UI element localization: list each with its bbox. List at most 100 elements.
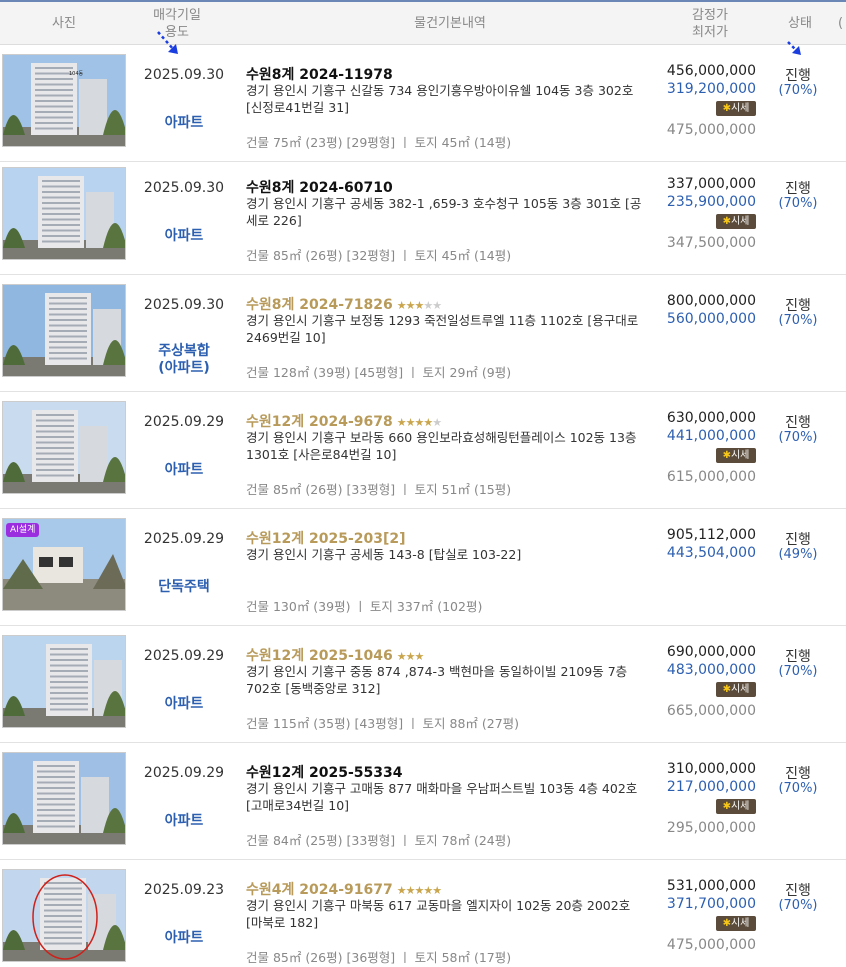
case-number-text[interactable]: 수원12계 2025-55334: [246, 765, 402, 781]
area-info: 건물 85㎡ (26평) [36평형] ㅣ 토지 58㎡ (17평): [246, 950, 512, 965]
market-price-label[interactable]: 시세: [731, 103, 749, 114]
header-appraisal-label[interactable]: 감정가: [692, 7, 728, 24]
photo-image: 104동: [3, 55, 125, 146]
table-header: 사진 매각기일 용도 물건기본내역 감정가 최저가 상태 (: [0, 0, 846, 45]
market-price-button[interactable]: ✱시세: [716, 214, 756, 229]
table-row[interactable]: 2025.09.29 아파트 수원12계 2025-1046 ★★★ 경기 용인시…: [0, 626, 846, 743]
status: 진행: [785, 766, 811, 782]
table-row[interactable]: 2025.09.30 아파트 수원8계 2024-60710 경기 용인시 기흥…: [0, 158, 846, 275]
status-percent: (70%): [778, 781, 818, 796]
property-photo[interactable]: [2, 284, 126, 377]
minimum-price: 235,900,000: [666, 194, 756, 210]
case-number[interactable]: 수원4계 2024-91677 ★★★★★: [246, 879, 442, 899]
market-price-label[interactable]: 시세: [731, 684, 749, 695]
minimum-price: 483,000,000: [666, 662, 756, 678]
case-number-text[interactable]: 수원4계 2024-91677: [246, 882, 393, 898]
status-percent: (70%): [778, 196, 818, 211]
rating-stars: ★★★★★: [396, 416, 442, 429]
case-number-text[interactable]: 수원12계 2025-1046: [246, 648, 393, 664]
market-price-button[interactable]: ✱시세: [716, 682, 756, 697]
property-photo[interactable]: [2, 869, 126, 962]
case-number[interactable]: 수원8계 2024-11978: [246, 64, 397, 84]
sale-date: 2025.09.29: [143, 648, 225, 664]
case-number-text[interactable]: 수원12계 2025-203[2]: [246, 531, 406, 547]
status-percent: (70%): [778, 313, 818, 328]
appraisal-price: 905,112,000: [666, 527, 756, 543]
photo-image: [3, 285, 125, 376]
case-number-text[interactable]: 수원8계 2024-60710: [246, 180, 393, 196]
property-photo[interactable]: 104동: [2, 54, 126, 147]
status: 진행: [785, 532, 811, 548]
table-row[interactable]: AI설계 2025.09.29 단독주택 수원12계 2025-203[2] 경…: [0, 509, 846, 626]
market-price-button[interactable]: ✱시세: [716, 799, 756, 814]
property-photo[interactable]: [2, 752, 126, 845]
appraisal-price: 531,000,000: [666, 878, 756, 894]
minimum-price: 371,700,000: [666, 896, 756, 912]
table-row[interactable]: 2025.09.29 아파트 수원12계 2024-9678 ★★★★★ 경기 용…: [0, 392, 846, 509]
market-price-label[interactable]: 시세: [731, 918, 749, 929]
case-number-text[interactable]: 수원12계 2024-9678: [246, 414, 393, 430]
market-price-icon: ✱: [722, 450, 731, 461]
usage-type: 아파트: [164, 696, 204, 712]
status-percent: (70%): [778, 664, 818, 679]
usage-type: 아파트: [164, 228, 204, 244]
status-percent: (70%): [778, 430, 818, 445]
header-status[interactable]: 상태: [770, 2, 830, 45]
market-price: 295,000,000: [666, 820, 756, 836]
header-price[interactable]: 감정가 최저가: [660, 2, 760, 45]
photo-image: [3, 870, 125, 961]
header-min-price-label[interactable]: 최저가: [692, 24, 728, 41]
market-price: 615,000,000: [666, 469, 756, 485]
case-number-text[interactable]: 수원8계 2024-11978: [246, 67, 393, 83]
property-photo[interactable]: AI설계: [2, 518, 126, 611]
area-info: 건물 85㎡ (26평) [33평형] ㅣ 토지 51㎡ (15평): [246, 482, 512, 497]
case-number-text[interactable]: 수원8계 2024-71826: [246, 297, 393, 313]
table-row[interactable]: 104동 2025.09.30 아파트 수원8계 2024-11978 경기 용…: [0, 45, 846, 162]
address: 경기 용인시 기흥구 보라동 660 용인보라효성해링턴플레이스 102동 13…: [246, 430, 637, 462]
header-photo-label: 사진: [52, 16, 76, 31]
sale-date: 2025.09.29: [143, 765, 225, 781]
property-photo[interactable]: [2, 635, 126, 728]
appraisal-price: 310,000,000: [666, 761, 756, 777]
sale-date: 2025.09.29: [143, 531, 225, 547]
case-number[interactable]: 수원12계 2024-9678 ★★★★★: [246, 411, 442, 431]
photo-image: [3, 402, 125, 493]
case-number[interactable]: 수원8계 2024-60710: [246, 177, 397, 197]
sale-date: 2025.09.30: [143, 180, 225, 196]
table-row[interactable]: 2025.09.30 주상복합 (아파트) 수원8계 2024-71826 ★★★…: [0, 275, 846, 392]
address: 경기 용인시 기흥구 공세동 382-1 ,659-3 호수청구 105동 3층…: [246, 196, 642, 228]
case-number[interactable]: 수원8계 2024-71826 ★★★★★: [246, 294, 442, 314]
case-number[interactable]: 수원12계 2025-1046 ★★★: [246, 645, 424, 665]
table-row[interactable]: 2025.09.29 아파트 수원12계 2025-55334 경기 용인시 기…: [0, 743, 846, 860]
market-price-icon: ✱: [722, 918, 731, 929]
header-date-label[interactable]: 매각기일: [153, 7, 201, 24]
case-number[interactable]: 수원12계 2025-55334: [246, 762, 406, 782]
minimum-price: 560,000,000: [666, 311, 756, 327]
table-row[interactable]: 2025.09.23 아파트 수원4계 2024-91677 ★★★★★ 경기 용…: [0, 860, 846, 967]
sale-date: 2025.09.30: [143, 67, 225, 83]
header-extra-label: (: [838, 16, 844, 31]
market-price-button[interactable]: ✱시세: [716, 101, 756, 116]
market-price-icon: ✱: [722, 684, 731, 695]
minimum-price: 443,504,000: [666, 545, 756, 561]
header-status-label[interactable]: 상태: [788, 15, 812, 32]
address: 경기 용인시 기흥구 보정동 1293 죽전일성트루엘 11층 1102호 [용…: [246, 313, 639, 345]
status-percent: (70%): [778, 898, 818, 913]
case-number[interactable]: 수원12계 2025-203[2]: [246, 528, 410, 548]
market-price-label[interactable]: 시세: [731, 450, 749, 461]
market-price: 475,000,000: [666, 937, 756, 953]
market-price-button[interactable]: ✱시세: [716, 916, 756, 931]
property-photo[interactable]: [2, 167, 126, 260]
market-price-label[interactable]: 시세: [731, 801, 749, 812]
appraisal-price: 800,000,000: [666, 293, 756, 309]
usage-type: 아파트: [164, 930, 204, 946]
property-photo[interactable]: [2, 401, 126, 494]
minimum-price: 319,200,000: [666, 81, 756, 97]
header-photo: 사진: [0, 2, 128, 45]
rating-stars: ★★★★★: [396, 884, 442, 897]
market-price-label[interactable]: 시세: [731, 216, 749, 227]
header-info-label: 물건기본내역: [414, 16, 486, 31]
market-price-button[interactable]: ✱시세: [716, 448, 756, 463]
sale-date: 2025.09.29: [143, 414, 225, 430]
sale-date: 2025.09.30: [143, 297, 225, 313]
